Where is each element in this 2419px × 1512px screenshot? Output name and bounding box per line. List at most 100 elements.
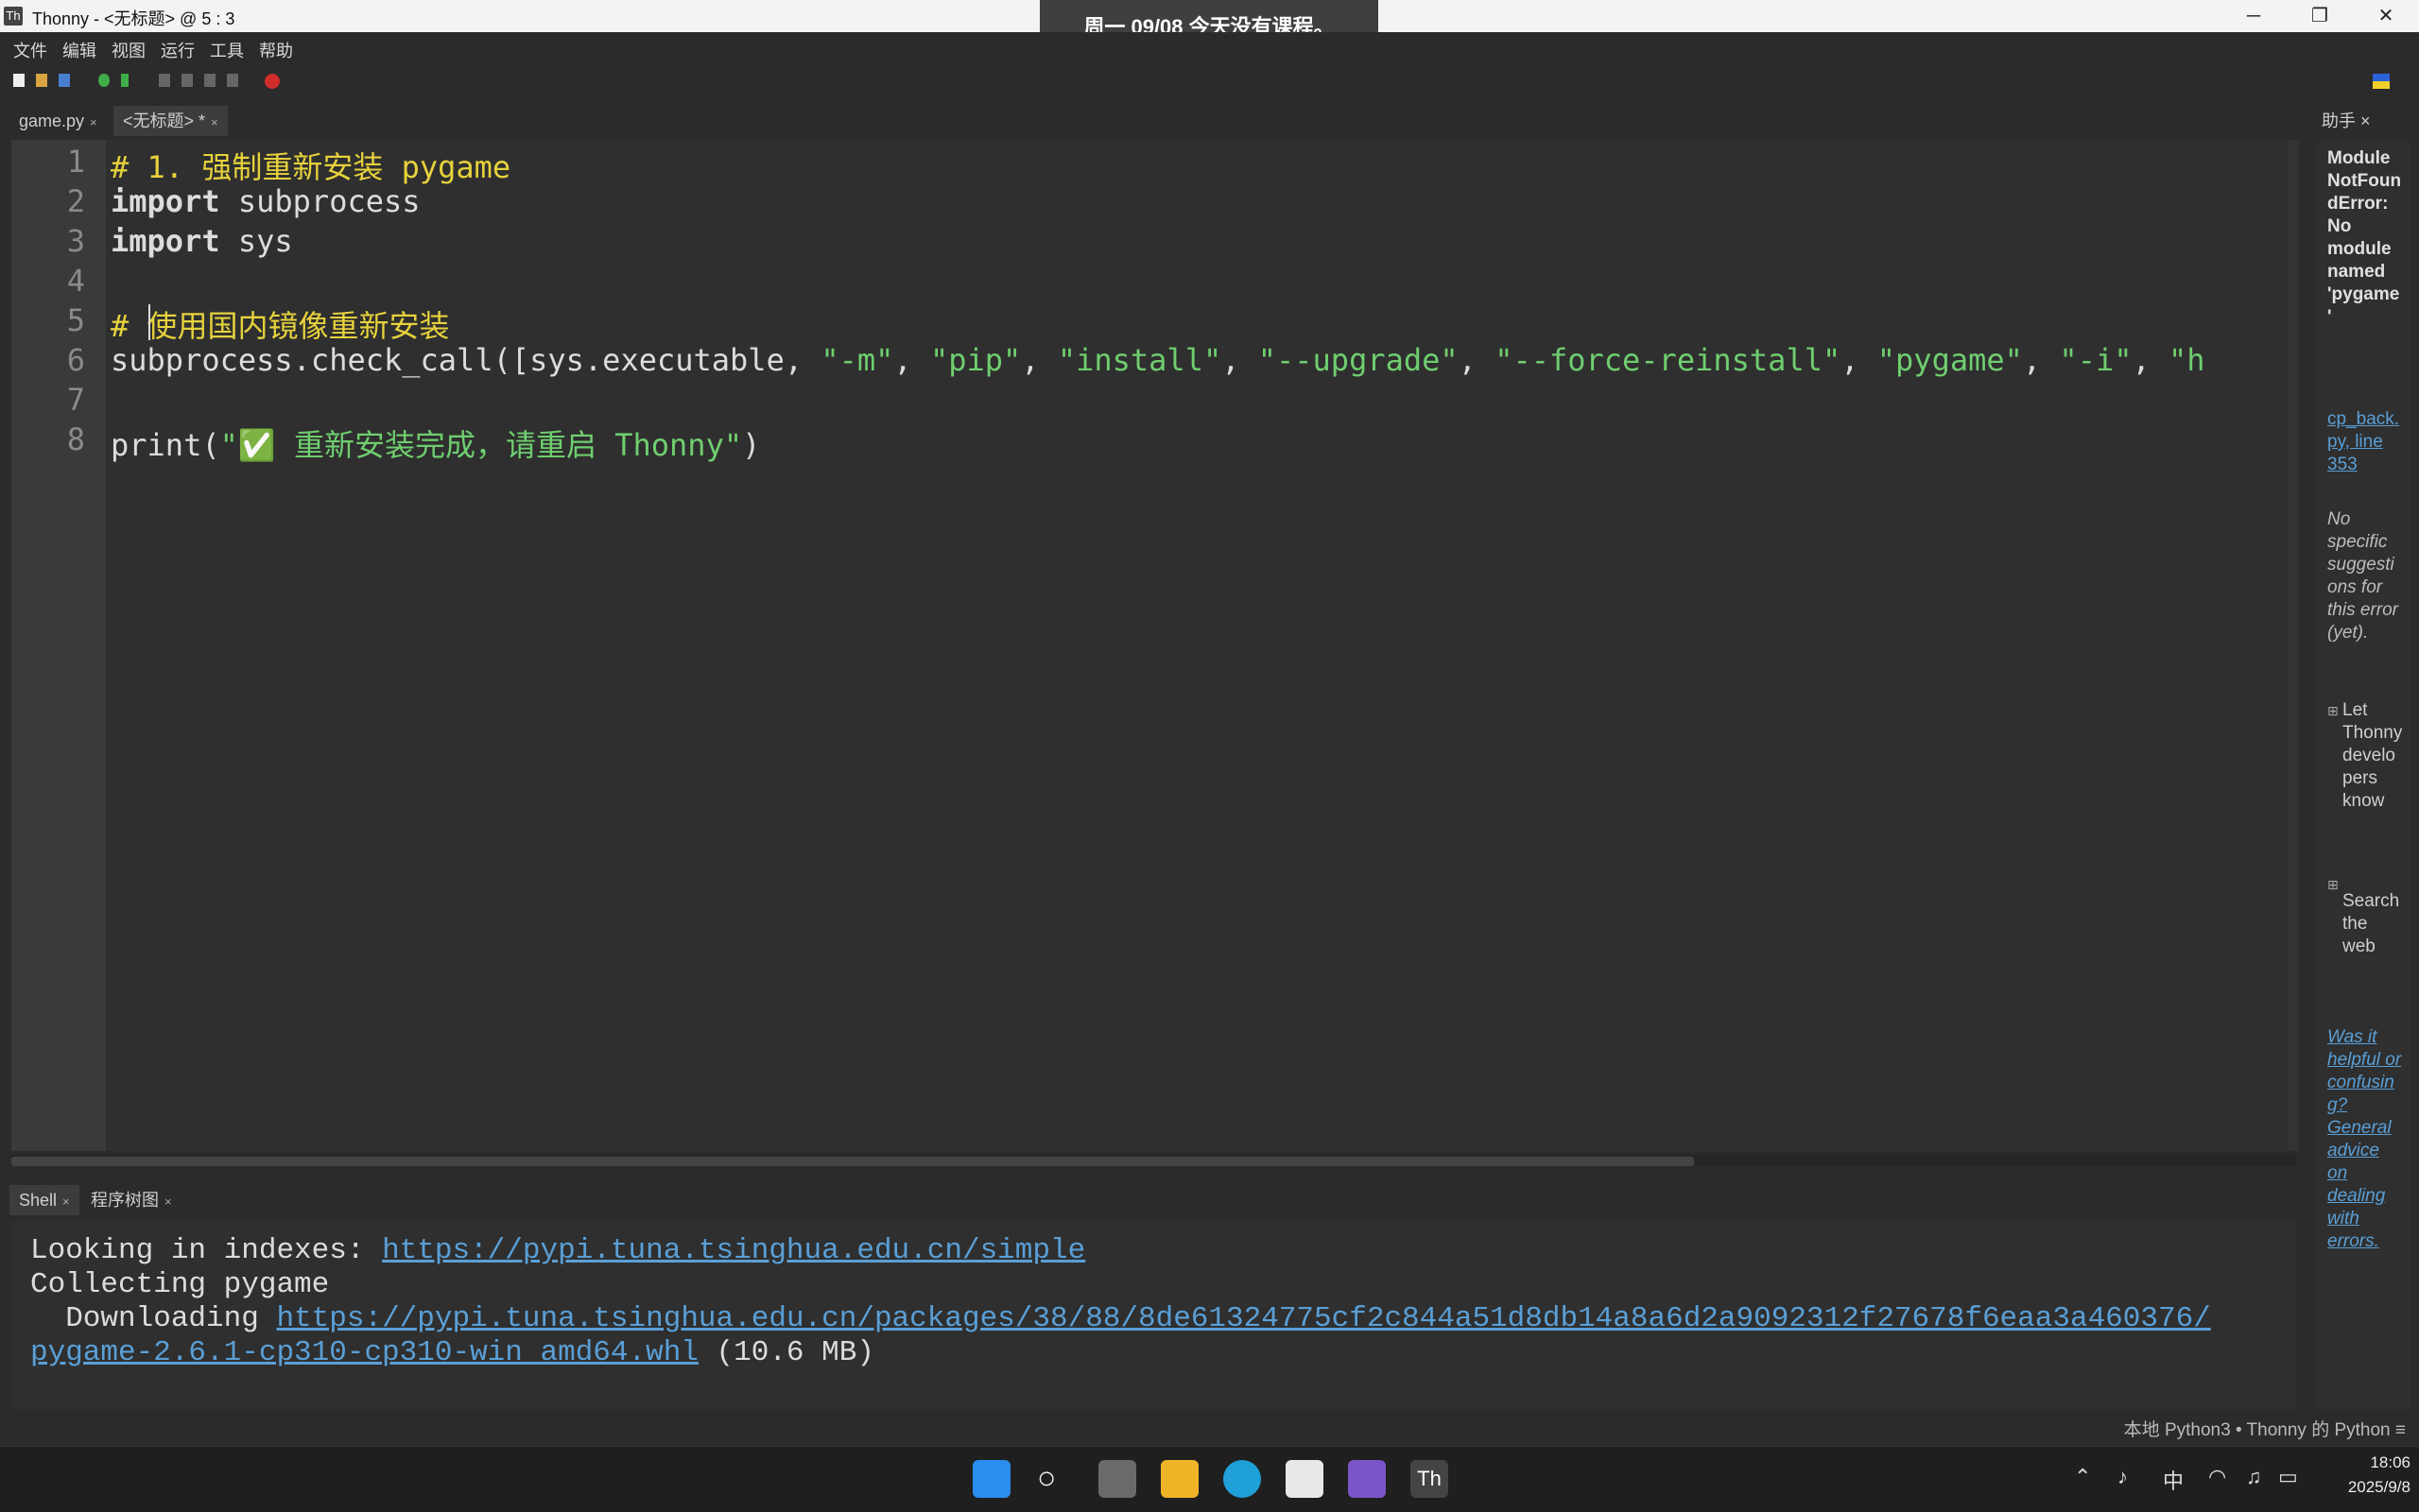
- string-literal: "pip": [929, 342, 1022, 378]
- assistant-note: No specific suggestions for this error (…: [2327, 509, 2398, 643]
- line-number: 6: [66, 342, 85, 378]
- code-line-3: import sys: [111, 223, 293, 259]
- expand-icon[interactable]: ⊞: [2327, 703, 2339, 719]
- close-tab-icon[interactable]: ×: [211, 115, 218, 129]
- code-text: subprocess: [219, 183, 421, 219]
- line-number: 2: [66, 183, 85, 219]
- interpreter-status[interactable]: 本地 Python3 • Thonny 的 Python ≡: [2124, 1416, 2406, 1441]
- battery-icon[interactable]: ▭: [2278, 1465, 2298, 1489]
- step-out-icon[interactable]: [204, 74, 216, 87]
- tab-label: game.py: [19, 112, 85, 130]
- tab-game-py[interactable]: game.py ×: [9, 106, 107, 136]
- download-url-link[interactable]: https://pypi.tuna.tsinghua.edu.cn/packag…: [276, 1302, 2210, 1335]
- shell-text: (10.6 MB): [698, 1336, 874, 1369]
- assistant-item-search[interactable]: Search the web: [2342, 890, 2403, 958]
- file-explorer-icon[interactable]: [1161, 1460, 1199, 1498]
- run-icon[interactable]: [98, 74, 110, 87]
- tab-shell[interactable]: Shell ×: [9, 1185, 79, 1215]
- menu-tools[interactable]: 工具: [210, 38, 244, 62]
- assistant-error-title: ModuleNotFoundError: No module named 'py…: [2327, 148, 2402, 327]
- editor-vertical-scrollbar[interactable]: [2288, 140, 2299, 1151]
- resume-icon[interactable]: [227, 74, 238, 87]
- shell-text: Looking in indexes:: [30, 1234, 383, 1267]
- string-literal: "h: [2168, 342, 2205, 378]
- wheel-file-link[interactable]: pygame-2.6.1-cp310-cp310-win_amd64.whl: [30, 1336, 699, 1369]
- shell-line: Looking in indexes: https://pypi.tuna.ts…: [30, 1234, 1085, 1267]
- store-icon[interactable]: [1286, 1460, 1323, 1498]
- code-text: ,: [893, 342, 930, 378]
- code-text: print(: [111, 427, 220, 463]
- wifi-icon[interactable]: ◠: [2208, 1465, 2226, 1489]
- clock-time[interactable]: 18:06: [2335, 1453, 2410, 1472]
- menu-bar: 文件 编辑 视图 运行 工具 帮助: [0, 32, 2419, 64]
- assistant-error-location-link[interactable]: cp_back.py, line 353: [2327, 408, 2403, 476]
- menu-help[interactable]: 帮助: [259, 38, 293, 62]
- line-number: 8: [66, 421, 85, 457]
- search-icon[interactable]: ○: [1037, 1460, 1057, 1497]
- string-literal: "-i": [2059, 342, 2133, 378]
- debug-icon[interactable]: [121, 74, 129, 87]
- save-file-icon[interactable]: [59, 74, 70, 87]
- tab-label: <无标题> *: [123, 112, 206, 130]
- keyword: import: [111, 223, 220, 259]
- windows-start-icon[interactable]: [973, 1460, 1011, 1498]
- line-number: 4: [66, 263, 85, 299]
- assistant-item-report[interactable]: Let Thonny developers know: [2342, 699, 2403, 813]
- code-line-6: subprocess.check_call([sys.executable, "…: [111, 342, 2285, 378]
- line-number: 3: [66, 223, 85, 259]
- code-text: ): [742, 427, 761, 463]
- code-line-5: # 使用国内镜像重新安装: [111, 308, 450, 344]
- expand-icon[interactable]: ⊞: [2327, 877, 2339, 893]
- step-into-icon[interactable]: [181, 74, 193, 87]
- string-literal: "--force-reinstall": [1495, 342, 1841, 378]
- minimize-button[interactable]: ─: [2220, 2, 2287, 30]
- volume-icon[interactable]: ♫: [2246, 1465, 2262, 1489]
- maximize-button[interactable]: ❐: [2287, 2, 2353, 30]
- scrollbar-thumb[interactable]: [11, 1157, 1694, 1166]
- menu-edit[interactable]: 编辑: [62, 38, 96, 62]
- tab-untitled[interactable]: <无标题> * ×: [113, 106, 228, 136]
- close-tab-icon[interactable]: ×: [90, 115, 97, 129]
- code-line-8: print("✅ 重新安装完成，请重启 Thonny"): [111, 421, 760, 465]
- toolbar: [0, 64, 2419, 100]
- code-text: sys: [219, 223, 293, 259]
- close-button[interactable]: ✕: [2353, 2, 2419, 30]
- close-tab-icon[interactable]: ×: [164, 1194, 172, 1209]
- code-line-2: import subprocess: [111, 183, 421, 219]
- string-literal: "pygame": [1876, 342, 2023, 378]
- string-literal: "✅ 重新安装完成，请重启 Thonny": [219, 427, 743, 463]
- stop-icon[interactable]: [265, 74, 280, 89]
- edge-browser-icon[interactable]: [1223, 1460, 1261, 1498]
- ukraine-flag-icon-lower: [2373, 81, 2390, 89]
- menu-run[interactable]: 运行: [161, 38, 195, 62]
- speaker-icon[interactable]: ♪: [2117, 1465, 2128, 1489]
- new-file-icon[interactable]: [13, 74, 25, 87]
- ime-indicator[interactable]: 中: [2163, 1465, 2184, 1495]
- clock-date[interactable]: 2025/9/8: [2316, 1478, 2410, 1497]
- task-view-icon[interactable]: [1098, 1460, 1136, 1498]
- string-literal: "--upgrade": [1257, 342, 1459, 378]
- tray-overflow-icon[interactable]: ⌃: [2074, 1465, 2091, 1489]
- shell-line: Collecting pygame: [30, 1268, 330, 1301]
- code-editor[interactable]: [11, 140, 2297, 1151]
- editor-horizontal-scrollbar[interactable]: [11, 1155, 2297, 1166]
- text-cursor: [148, 304, 150, 340]
- menu-view[interactable]: 视图: [112, 38, 146, 62]
- code-text: ,: [1221, 342, 1258, 378]
- visual-studio-icon[interactable]: [1348, 1460, 1386, 1498]
- close-tab-icon[interactable]: ×: [62, 1194, 70, 1209]
- string-literal: "install": [1057, 342, 1222, 378]
- thonny-taskbar-icon[interactable]: Th: [1410, 1460, 1448, 1498]
- line-number: 5: [66, 302, 85, 338]
- open-file-icon[interactable]: [36, 74, 47, 87]
- window-title: Thonny - <无标题> @ 5 : 3: [32, 9, 235, 28]
- tab-label: Shell: [19, 1191, 58, 1210]
- menu-file[interactable]: 文件: [13, 38, 47, 62]
- assistant-feedback-link[interactable]: Was it helpful or confusing? General adv…: [2327, 1026, 2403, 1253]
- tab-assistant[interactable]: 助手 ×: [2314, 106, 2378, 136]
- taskbar: [0, 1446, 2419, 1512]
- index-url-link[interactable]: https://pypi.tuna.tsinghua.edu.cn/simple: [382, 1234, 1085, 1267]
- code-text: ,: [2022, 342, 2060, 378]
- tab-program-tree[interactable]: 程序树图 ×: [81, 1185, 181, 1215]
- step-over-icon[interactable]: [159, 74, 170, 87]
